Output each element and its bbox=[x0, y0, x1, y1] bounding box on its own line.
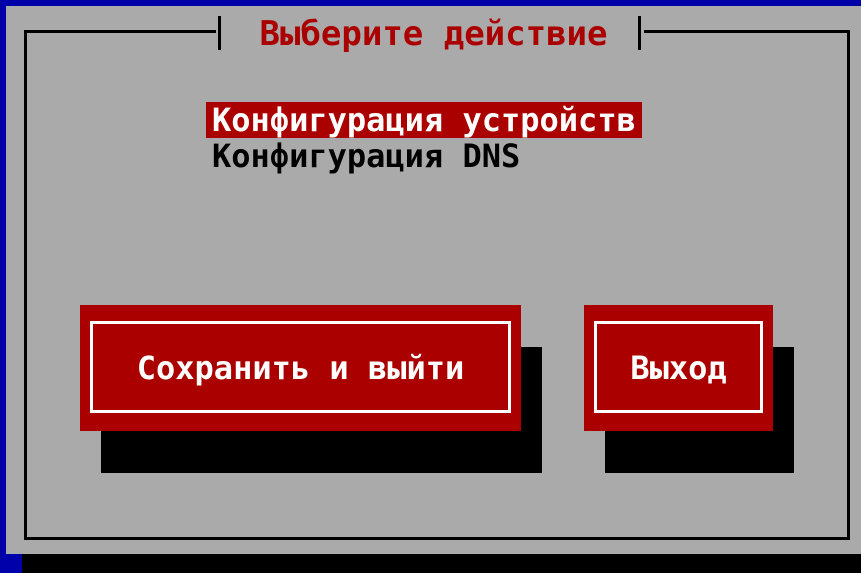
save-exit-button[interactable]: Сохранить и выйти bbox=[80, 305, 521, 431]
save-exit-button-label: Сохранить и выйти bbox=[136, 349, 465, 387]
title-left-tick bbox=[218, 16, 221, 50]
exit-button[interactable]: Выход bbox=[584, 305, 773, 431]
dialog-title: Выберите действие bbox=[259, 14, 608, 54]
exit-button-label: Выход bbox=[630, 349, 727, 387]
title-right-tick bbox=[638, 16, 641, 50]
menu-item-device-config[interactable]: Конфигурация устройств bbox=[206, 102, 642, 138]
action-dialog: Выберите действие Конфигурация устройств… bbox=[6, 6, 861, 554]
menu-item-dns-config[interactable]: Конфигурация DNS bbox=[206, 138, 526, 174]
action-menu: Конфигурация устройств Конфигурация DNS bbox=[206, 102, 676, 174]
dialog-shadow bbox=[22, 554, 861, 573]
terminal-screen: Выберите действие Конфигурация устройств… bbox=[0, 0, 861, 573]
